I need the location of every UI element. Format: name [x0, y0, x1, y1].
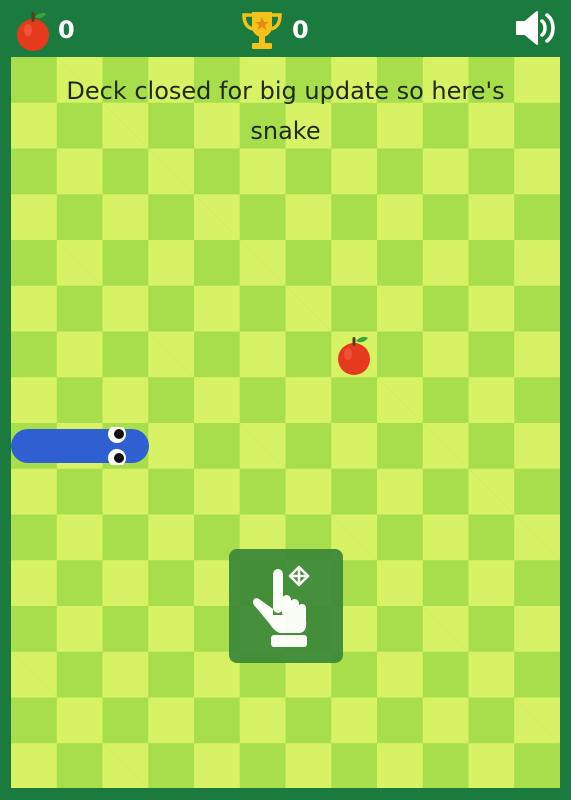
best-count: 0: [292, 16, 309, 44]
top-bar: 0 0: [0, 0, 571, 57]
snake-game: 0 0 Deck closed for big update so here's…: [0, 0, 571, 800]
game-board[interactable]: Deck closed for big update so here's sna…: [11, 57, 560, 788]
speaker-icon: [516, 11, 555, 45]
board-message: Deck closed for big update so here's sna…: [66, 77, 505, 145]
swipe-hint: [229, 549, 343, 663]
snake-body: [11, 429, 149, 463]
snake: [11, 427, 149, 465]
apple-food: [338, 336, 370, 375]
swipe-hand-icon: [252, 565, 310, 647]
trophy-icon: [242, 12, 282, 49]
apple-icon: [17, 12, 49, 51]
apple-score: 0: [14, 8, 75, 52]
sound-toggle-button[interactable]: [513, 8, 559, 48]
best-score: 0: [238, 8, 309, 52]
apple-count: 0: [58, 16, 75, 44]
